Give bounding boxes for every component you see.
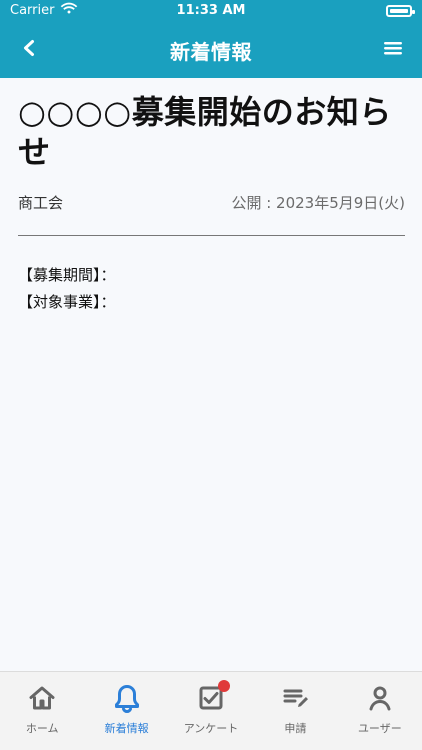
back-button[interactable]	[14, 35, 44, 65]
bell-icon	[110, 681, 144, 715]
home-icon	[25, 681, 59, 715]
article-published-date: 公開 : 2023年5月9日(火)	[231, 194, 405, 212]
tab-label: アンケート	[183, 722, 239, 735]
tab-label: ホーム	[25, 722, 59, 735]
top-bar: Carrier 11:33 AM 新着情報	[0, 0, 422, 78]
tab-label: 申請	[284, 722, 307, 735]
article-title: ○○○○募集開始のお知らせ	[18, 93, 392, 171]
user-icon	[363, 681, 397, 715]
navigation-bar: 新着情報	[0, 22, 422, 78]
article-meta: 商工会 公開 : 2023年5月9日(火)	[18, 192, 405, 213]
status-time: 11:33 AM	[176, 3, 246, 18]
article-content: ○○○○募集開始のお知らせ 商工会 公開 : 2023年5月9日(火) 【募集期…	[18, 92, 405, 316]
tab-application[interactable]: 申請	[253, 672, 337, 750]
edit-list-icon	[278, 681, 312, 715]
tab-user[interactable]: ユーザー	[338, 672, 422, 750]
status-bar: Carrier 11:33 AM	[0, 0, 422, 22]
divider	[18, 235, 405, 236]
article-author: 商工会	[18, 194, 64, 212]
battery-level	[390, 9, 408, 13]
menu-button[interactable]	[378, 35, 408, 65]
detail-recruitment-period: 【募集期間】：	[18, 266, 116, 284]
checkbox-icon	[194, 680, 231, 715]
tab-label: ユーザー	[357, 722, 402, 735]
app-screen: Carrier 11:33 AM 新着情報 ○○○○募集開始のお知らせ 商工会 …	[0, 0, 422, 750]
tab-news[interactable]: 新着情報	[84, 672, 168, 750]
hamburger-menu-icon	[383, 40, 403, 60]
page-title: 新着情報	[170, 39, 252, 64]
chevron-left-icon	[20, 39, 38, 61]
battery-icon	[386, 5, 415, 17]
article-details: 【募集期間】： 【対象事業】：	[18, 262, 405, 316]
tab-home[interactable]: ホーム	[0, 672, 84, 750]
tab-label: 新着情報	[104, 722, 149, 735]
notification-badge	[218, 680, 231, 692]
bottom-tab-bar: ホーム 新着情報 アンケート 申請 ユーザー	[0, 671, 422, 750]
tab-survey[interactable]: アンケート	[169, 672, 253, 750]
detail-target-business: 【対象事業】：	[18, 293, 116, 311]
